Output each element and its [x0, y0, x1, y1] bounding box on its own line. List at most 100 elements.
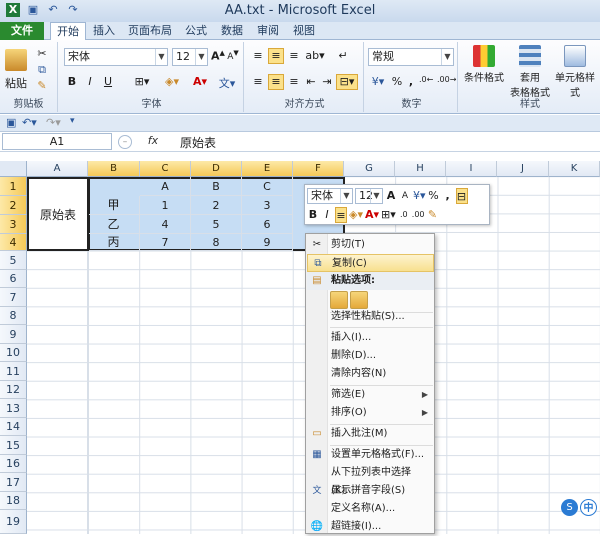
tab-insert[interactable]: 插入 — [88, 22, 120, 40]
column-header-j[interactable]: J — [497, 161, 549, 177]
cell-e1[interactable]: C — [242, 177, 293, 196]
cell-d4[interactable]: 8 — [191, 234, 242, 251]
row-header-13[interactable]: 13 — [0, 399, 27, 418]
phonetic-icon[interactable]: 文▾ — [216, 74, 238, 92]
mini-shrink-font-button[interactable]: A — [399, 188, 411, 204]
ime-indicator[interactable]: S 中 — [561, 496, 599, 518]
column-header-i[interactable]: I — [446, 161, 497, 177]
menu-item-insert[interactable]: 插入(I)... — [307, 329, 434, 347]
align-top-icon[interactable]: ≡ — [250, 48, 266, 64]
mini-currency-icon[interactable]: ¥▾ — [413, 188, 426, 204]
redo-icon[interactable]: ↷▾ — [46, 116, 61, 129]
percent-button[interactable]: % — [390, 74, 404, 90]
underline-button[interactable]: U — [100, 74, 116, 92]
tab-review[interactable]: 审阅 — [252, 22, 284, 40]
tab-file[interactable]: 文件 — [0, 22, 44, 40]
row-header-18[interactable]: 18 — [0, 492, 27, 510]
row-header-7[interactable]: 7 — [0, 288, 27, 307]
mini-align-center-icon[interactable]: ≡ — [335, 207, 347, 223]
paste-button[interactable]: 粘贴 — [2, 44, 30, 92]
formula-cancel-icon[interactable]: – — [118, 135, 132, 149]
menu-item-sort[interactable]: 排序(O) ▶ — [307, 404, 434, 422]
cell-c3[interactable]: 4 — [140, 215, 191, 234]
font-name-combo[interactable]: 宋体 ▼ — [64, 48, 168, 66]
cell-b3[interactable]: 乙 — [88, 215, 140, 234]
wrap-text-icon[interactable]: ↵ — [334, 48, 352, 64]
cell-d1[interactable]: B — [191, 177, 242, 196]
mini-decrease-decimal-icon[interactable]: .00 — [412, 207, 425, 223]
cell-b4[interactable]: 丙 — [88, 234, 140, 251]
menu-item-pick-from-list[interactable]: 从下拉列表中选择(K)... — [307, 464, 434, 496]
font-size-combo[interactable]: 12 ▼ — [172, 48, 208, 66]
menu-item-delete[interactable]: 删除(D)... — [307, 347, 434, 365]
mini-fill-color-icon[interactable]: ◈▾ — [349, 207, 363, 223]
tab-page-layout[interactable]: 页面布局 — [124, 22, 176, 40]
row-header-2[interactable]: 2 — [0, 196, 27, 215]
row-header-10[interactable]: 10 — [0, 344, 27, 362]
cell-c1[interactable]: A — [140, 177, 191, 196]
comma-button[interactable]: , — [406, 74, 416, 90]
name-box[interactable]: A1 — [2, 133, 112, 150]
mini-bold-button[interactable]: B — [307, 207, 319, 223]
row-header-1[interactable]: 1 — [0, 177, 27, 196]
align-center-icon[interactable]: ≡ — [268, 74, 284, 90]
menu-item-copy[interactable]: ⧉ 复制(C) — [307, 254, 434, 272]
italic-button[interactable]: I — [82, 74, 98, 92]
menu-item-paste-special[interactable]: 选择性粘贴(S)... — [307, 308, 434, 326]
column-header-c[interactable]: C — [140, 161, 191, 177]
cut-icon[interactable]: ✂ — [34, 46, 50, 60]
orientation-icon[interactable]: ab▾ — [304, 48, 326, 64]
row-header-3[interactable]: 3 — [0, 215, 27, 234]
column-header-g[interactable]: G — [344, 161, 395, 177]
mini-format-painter-icon[interactable]: ✎ — [427, 207, 439, 223]
row-header-8[interactable]: 8 — [0, 307, 27, 325]
increase-decimal-icon[interactable]: .0← — [418, 74, 434, 90]
row-header-5[interactable]: 5 — [0, 251, 27, 270]
paste-option-icon[interactable] — [330, 291, 348, 309]
menu-item-format-cells[interactable]: ▦ 设置单元格格式(F)... — [307, 446, 434, 464]
font-color-icon[interactable]: A▾ — [188, 74, 212, 92]
cell-d3[interactable]: 5 — [191, 215, 242, 234]
align-right-icon[interactable]: ≡ — [286, 74, 302, 90]
paste-values-icon[interactable] — [350, 291, 368, 309]
row-header-14[interactable]: 14 — [0, 418, 27, 436]
decrease-decimal-icon[interactable]: .00→ — [436, 74, 456, 90]
menu-item-insert-comment[interactable]: ▭ 插入批注(M) — [307, 425, 434, 443]
menu-item-show-phonetic[interactable]: 文显示拼音字段(S) — [307, 482, 434, 500]
row-header-6[interactable]: 6 — [0, 270, 27, 288]
cell-b2[interactable]: 甲 — [88, 196, 140, 215]
cell-d2[interactable]: 2 — [191, 196, 242, 215]
select-all-button[interactable] — [0, 161, 27, 177]
mini-merge-icon[interactable]: ⊟ — [455, 188, 468, 204]
menu-item-filter[interactable]: 筛选(E) ▶ — [307, 386, 434, 404]
align-middle-icon[interactable]: ≡ — [268, 48, 284, 64]
cell-e4[interactable]: 9 — [242, 234, 293, 251]
copy-icon[interactable]: ⧉ — [34, 62, 50, 76]
cell-e3[interactable]: 6 — [242, 215, 293, 234]
undo-icon[interactable]: ↶▾ — [22, 116, 37, 129]
align-bottom-icon[interactable]: ≡ — [286, 48, 302, 64]
tab-home[interactable]: 开始 — [50, 22, 86, 41]
mini-comma-button[interactable]: , — [442, 188, 454, 204]
align-left-icon[interactable]: ≡ — [250, 74, 266, 90]
shrink-font-icon[interactable]: A▼ — [226, 48, 240, 66]
column-header-f[interactable]: F — [293, 161, 344, 177]
mini-size-combo[interactable]: 12 ▼ — [355, 188, 383, 204]
borders-icon[interactable]: ⊞▾ — [130, 74, 154, 92]
column-header-b[interactable]: B — [88, 161, 140, 177]
column-header-e[interactable]: E — [242, 161, 293, 177]
insert-function-button[interactable]: fx — [140, 134, 166, 149]
decrease-indent-icon[interactable]: ⇤ — [304, 74, 318, 90]
mini-font-combo[interactable]: 宋体 ▼ — [307, 188, 353, 204]
menu-item-define-name[interactable]: 定义名称(A)... — [307, 500, 434, 518]
grow-font-icon[interactable]: A▲ — [210, 48, 225, 66]
row-header-17[interactable]: 17 — [0, 473, 27, 492]
row-header-16[interactable]: 16 — [0, 455, 27, 473]
save-icon[interactable]: ▣ — [6, 116, 16, 129]
mini-grow-font-button[interactable]: A — [385, 188, 397, 204]
bold-button[interactable]: B — [64, 74, 80, 92]
number-format-combo[interactable]: 常规 ▼ — [368, 48, 454, 66]
menu-item-clear-contents[interactable]: 清除内容(N) — [307, 365, 434, 383]
mini-font-color-icon[interactable]: A▾ — [365, 207, 379, 223]
cell-c4[interactable]: 7 — [140, 234, 191, 251]
